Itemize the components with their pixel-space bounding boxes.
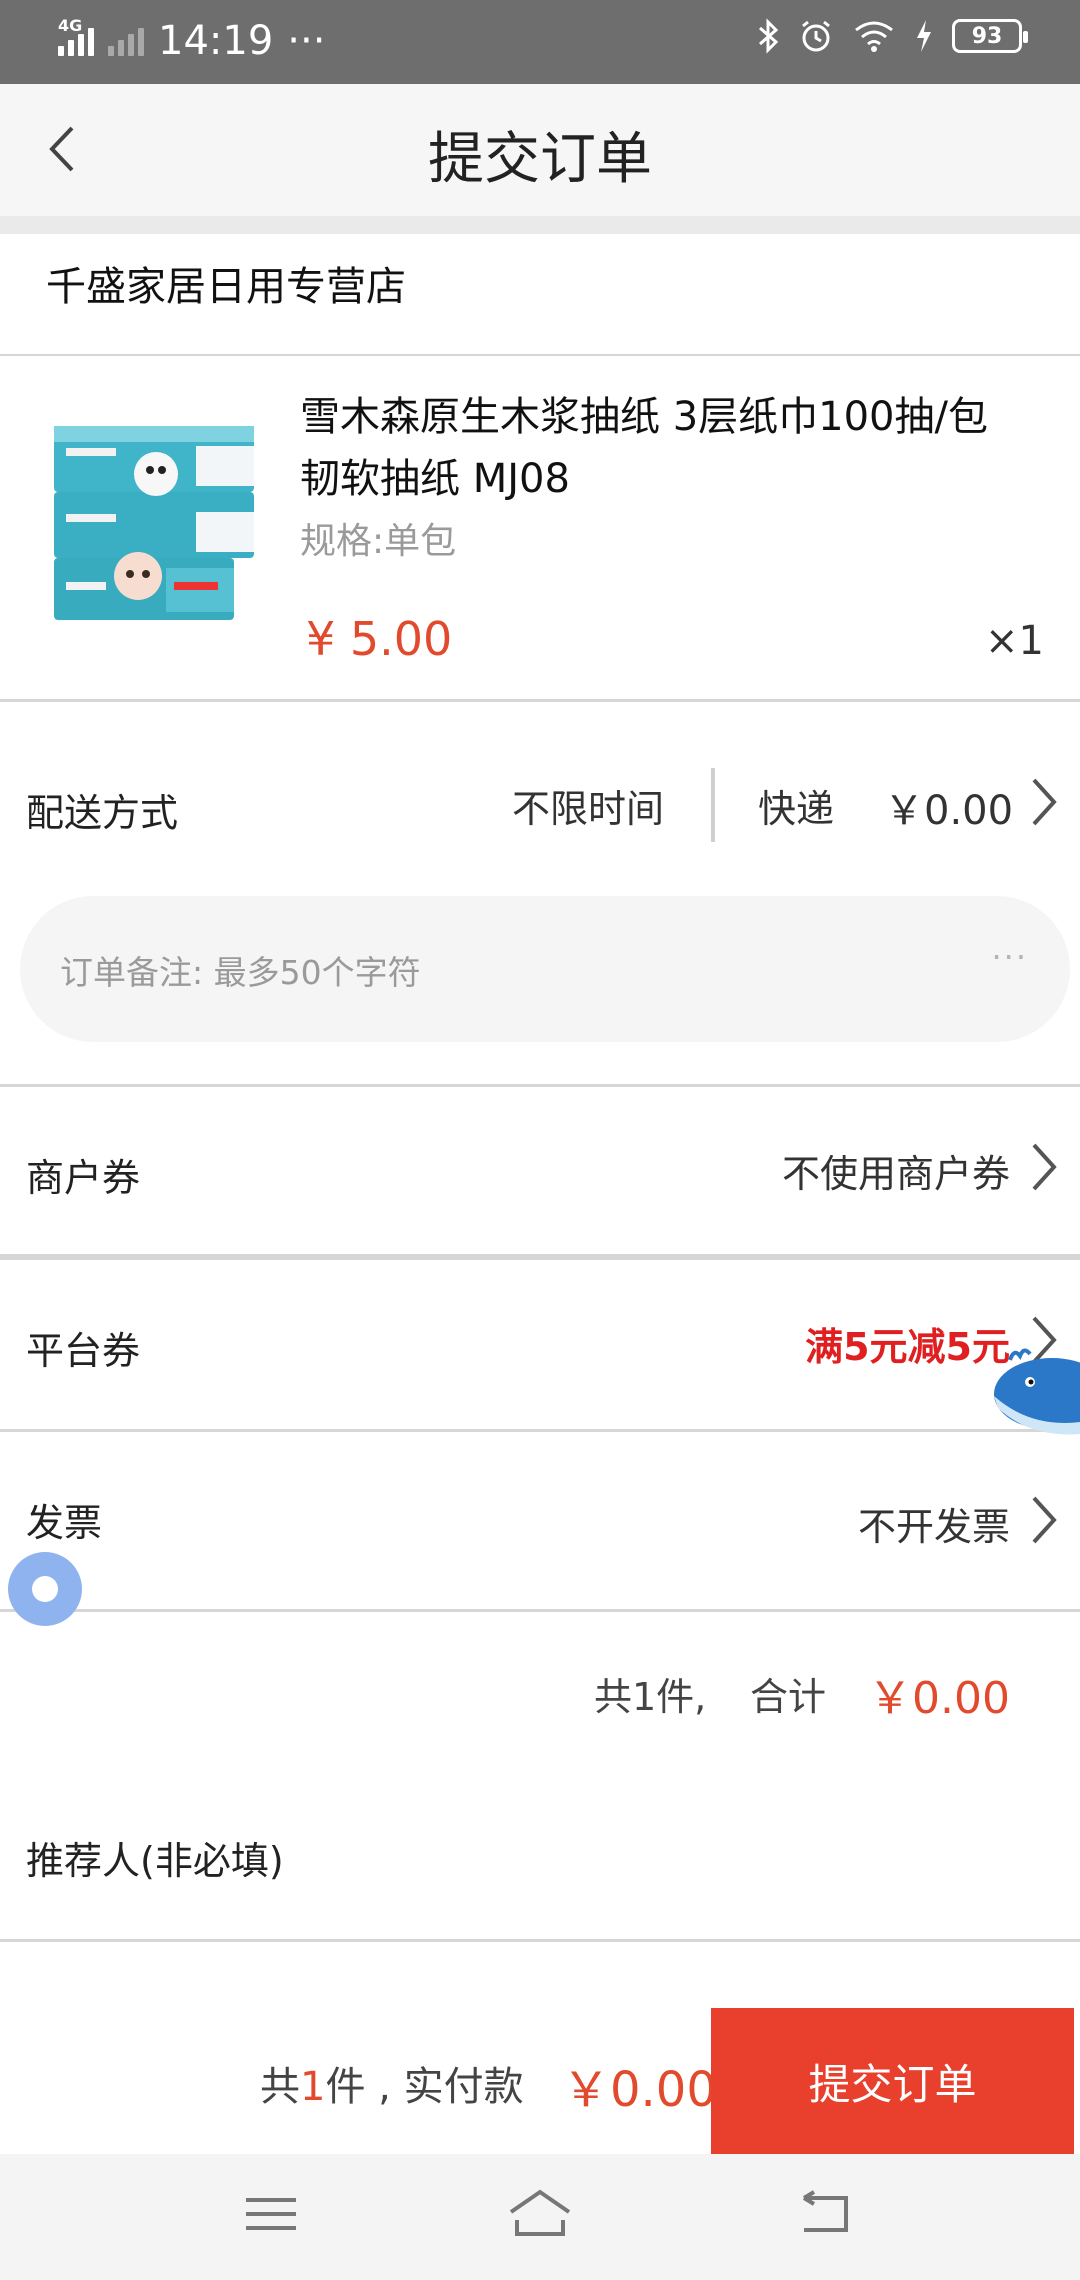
platform-coupon-row[interactable]: 平台券 满5元减5元 (0, 1260, 1080, 1430)
whale-float-icon[interactable] (990, 1338, 1080, 1448)
checkout-bar: 共1件 , 实付款 ￥0.00 提交订单 (0, 2008, 1080, 2154)
referrer-label: 推荐人(非必填) (26, 1839, 284, 1883)
invoice-row[interactable]: 发票 不开发票 (0, 1432, 1080, 1610)
wifi-icon (855, 21, 893, 52)
chevron-right-icon (1032, 778, 1057, 826)
merchant-coupon-row[interactable]: 商户券 不使用商户券 (0, 1087, 1080, 1257)
battery-level: 93 (971, 23, 1003, 49)
submit-order-button[interactable]: 提交订单 (711, 2008, 1074, 2154)
bluetooth-icon (759, 18, 779, 54)
count-suffix: 件 , 实付款 (325, 2064, 524, 2110)
menu-icon[interactable] (236, 2184, 306, 2244)
back-nav-icon[interactable] (790, 2184, 860, 2244)
clock: 14:19 (158, 18, 274, 64)
order-summary: 共1件, 合计 ￥0.00 (0, 1612, 1080, 1772)
delivery-time[interactable]: 不限时间 (512, 778, 664, 833)
chevron-right-icon (1032, 1143, 1057, 1191)
remark-placeholder: 订单备注: 最多50个字符 (60, 953, 421, 992)
alarm-icon (802, 20, 830, 52)
referrer-field[interactable]: 推荐人(非必填) (0, 1772, 1080, 1942)
store-name: 千盛家居日用专营店 (46, 264, 406, 310)
merchant-coupon-label: 商户券 (26, 1156, 141, 1200)
chevron-right-icon (1032, 1496, 1057, 1544)
signal-icon: 4G (58, 16, 94, 56)
platform-coupon-value: 满5元减5元 (805, 1325, 1010, 1369)
count-prefix: 共 (260, 2064, 300, 2110)
delivery-method-row[interactable]: 配送方式 不限时间 快递 ￥0.00 (0, 702, 1080, 902)
product-item[interactable]: 雪木森原生木浆抽纸 3层纸巾100抽/包 韧软抽纸 MJ08 规格:单包 ¥ 5… (0, 356, 1080, 702)
product-quantity: ×1 (985, 618, 1044, 664)
invoice-value: 不开发票 (857, 1505, 1010, 1549)
more-icon: ··· (991, 938, 1028, 976)
network-type: 4G (58, 16, 83, 35)
product-name: 雪木森原生木浆抽纸 3层纸巾100抽/包 韧软抽纸 MJ08 (300, 394, 988, 502)
section-gap (0, 216, 1080, 234)
product-spec: 规格:单包 (300, 521, 457, 562)
delivery-fee: ￥0.00 (884, 788, 1014, 834)
home-icon[interactable] (505, 2184, 575, 2244)
status-left: 4G 14:19 ··· (58, 16, 326, 64)
total-label: 合计 (750, 1675, 827, 1719)
store-row[interactable]: 千盛家居日用专营店 (0, 234, 1080, 356)
signal-2-icon (108, 26, 144, 56)
count-number: 1 (300, 2064, 326, 2110)
total-amount: ￥0.00 (868, 1673, 1010, 1724)
status-bar: 4G 14:19 ··· 93 (0, 0, 1080, 84)
order-remark-field[interactable]: 订单备注: 最多50个字符 ··· (20, 896, 1070, 1042)
battery-icon: 93 (952, 19, 1028, 53)
system-nav-bar (0, 2154, 1080, 2280)
delivery-label: 配送方式 (26, 791, 179, 835)
item-count: 共1件, (594, 1675, 707, 1719)
product-image (54, 426, 254, 620)
more-notifications: ··· (287, 18, 326, 64)
header: 提交订单 (0, 84, 1080, 216)
delivery-method: 快递 (758, 787, 835, 831)
product-price: ¥ 5.00 (306, 612, 453, 666)
payable-amount: ￥0.00 (562, 2062, 717, 2118)
invoice-label: 发票 (26, 1501, 103, 1545)
merchant-coupon-value: 不使用商户券 (781, 1152, 1010, 1196)
charging-icon (917, 20, 931, 52)
delivery-divider (711, 768, 715, 842)
floating-assist-button[interactable] (8, 1552, 82, 1626)
page-title: 提交订单 (428, 127, 652, 192)
checkout-info: 共1件 , 实付款 (260, 2054, 524, 2112)
status-right: 93 (756, 18, 1028, 54)
platform-coupon-label: 平台券 (26, 1329, 141, 1373)
